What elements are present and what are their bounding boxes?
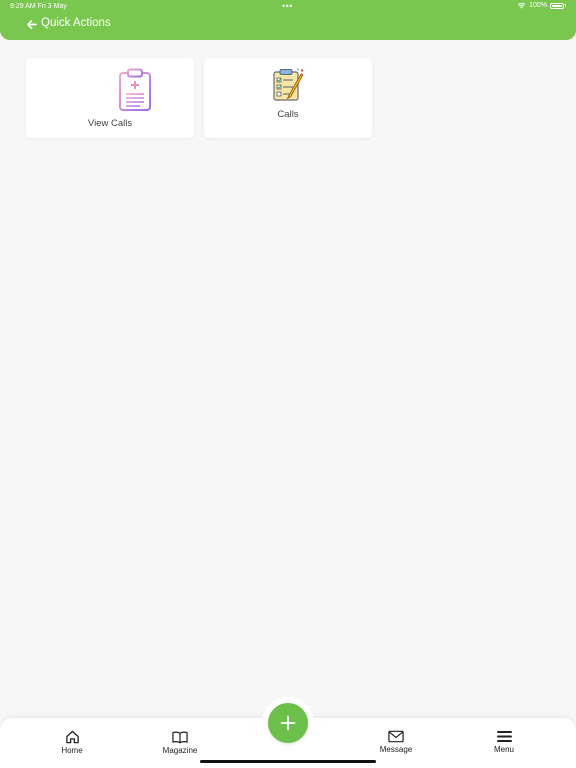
checklist-pencil-icon [273, 68, 304, 101]
nav-label-menu: Menu [493, 745, 514, 754]
nav-label-magazine: Magazine [162, 746, 198, 755]
status-right: 100% [517, 2, 566, 9]
envelope-icon [388, 730, 404, 743]
book-icon [172, 731, 188, 744]
arrow-left-icon [26, 19, 37, 29]
home-indicator [200, 760, 376, 763]
view-calls-card[interactable]: View Calls [26, 58, 194, 138]
battery-icon [550, 2, 564, 9]
battery-percent: 100% [529, 2, 547, 9]
nav-label-home: Home [61, 746, 83, 755]
calls-label: Calls [277, 109, 299, 120]
hamburger-icon [496, 731, 512, 742]
nav-item-magazine[interactable]: Magazine [150, 730, 210, 755]
status-time: 9:29 AM Fri 3 May [10, 3, 67, 10]
wifi-icon [517, 2, 526, 9]
battery-tip [565, 4, 566, 7]
page-title: Quick Actions [41, 17, 111, 29]
calls-card[interactable]: Calls [204, 58, 372, 138]
app-header: 9:29 AM Fri 3 May ••• 100% Quick Actions [0, 0, 576, 40]
nav-item-menu[interactable]: Menu [474, 730, 534, 754]
nav-item-home[interactable]: Home [42, 730, 102, 755]
clipboard-icon [119, 68, 151, 111]
nav-item-message[interactable]: Message [366, 730, 426, 754]
plus-icon [280, 715, 296, 731]
home-icon [65, 730, 79, 744]
view-calls-label: View Calls [87, 118, 133, 129]
multitasking-dots[interactable]: ••• [282, 1, 293, 11]
back-button[interactable] [24, 17, 38, 31]
add-fab-button[interactable] [268, 703, 308, 743]
nav-label-message: Message [379, 745, 413, 754]
